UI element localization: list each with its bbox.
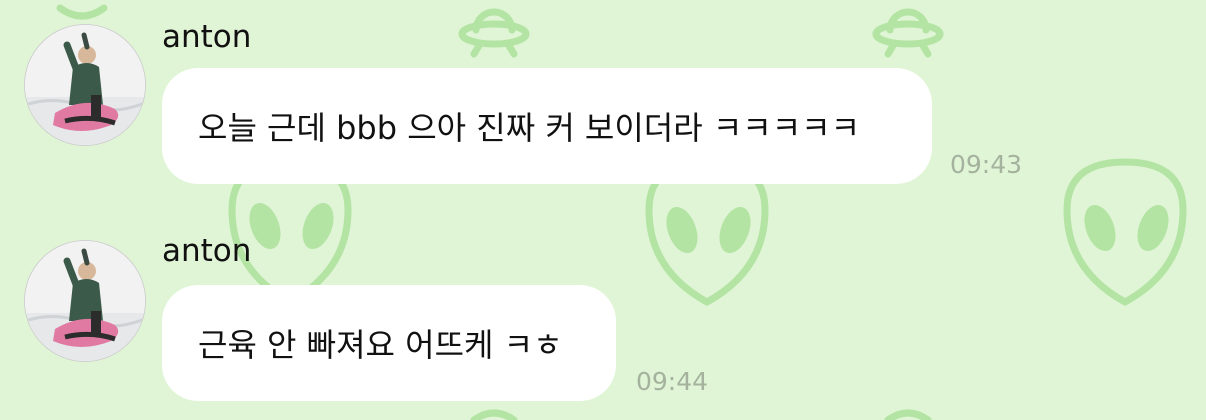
- message-text: 오늘 근데 bbb 으아 진짜 커 보이더라 ㅋㅋㅋㅋㅋ: [198, 109, 861, 147]
- avatar-photo: [25, 241, 145, 361]
- ufo-icon: [872, 8, 944, 58]
- message-timestamp: 09:43: [950, 150, 1023, 179]
- sender-name: anton: [162, 233, 252, 269]
- avatar-photo: [25, 25, 145, 145]
- avatar[interactable]: [24, 240, 146, 362]
- message-timestamp: 09:44: [636, 367, 709, 396]
- sender-name: anton: [162, 19, 252, 55]
- ufo-icon: [458, 8, 530, 58]
- avatar[interactable]: [24, 24, 146, 146]
- message-bubble[interactable]: 근육 안 빠져요 어뜨케 ㅋㅎ: [162, 285, 616, 401]
- message-bubble[interactable]: 오늘 근데 bbb 으아 진짜 커 보이더라 ㅋㅋㅋㅋㅋ: [162, 68, 932, 184]
- alien-face-icon: [56, 4, 108, 20]
- message-text: 근육 안 빠져요 어뜨케 ㅋㅎ: [198, 326, 563, 364]
